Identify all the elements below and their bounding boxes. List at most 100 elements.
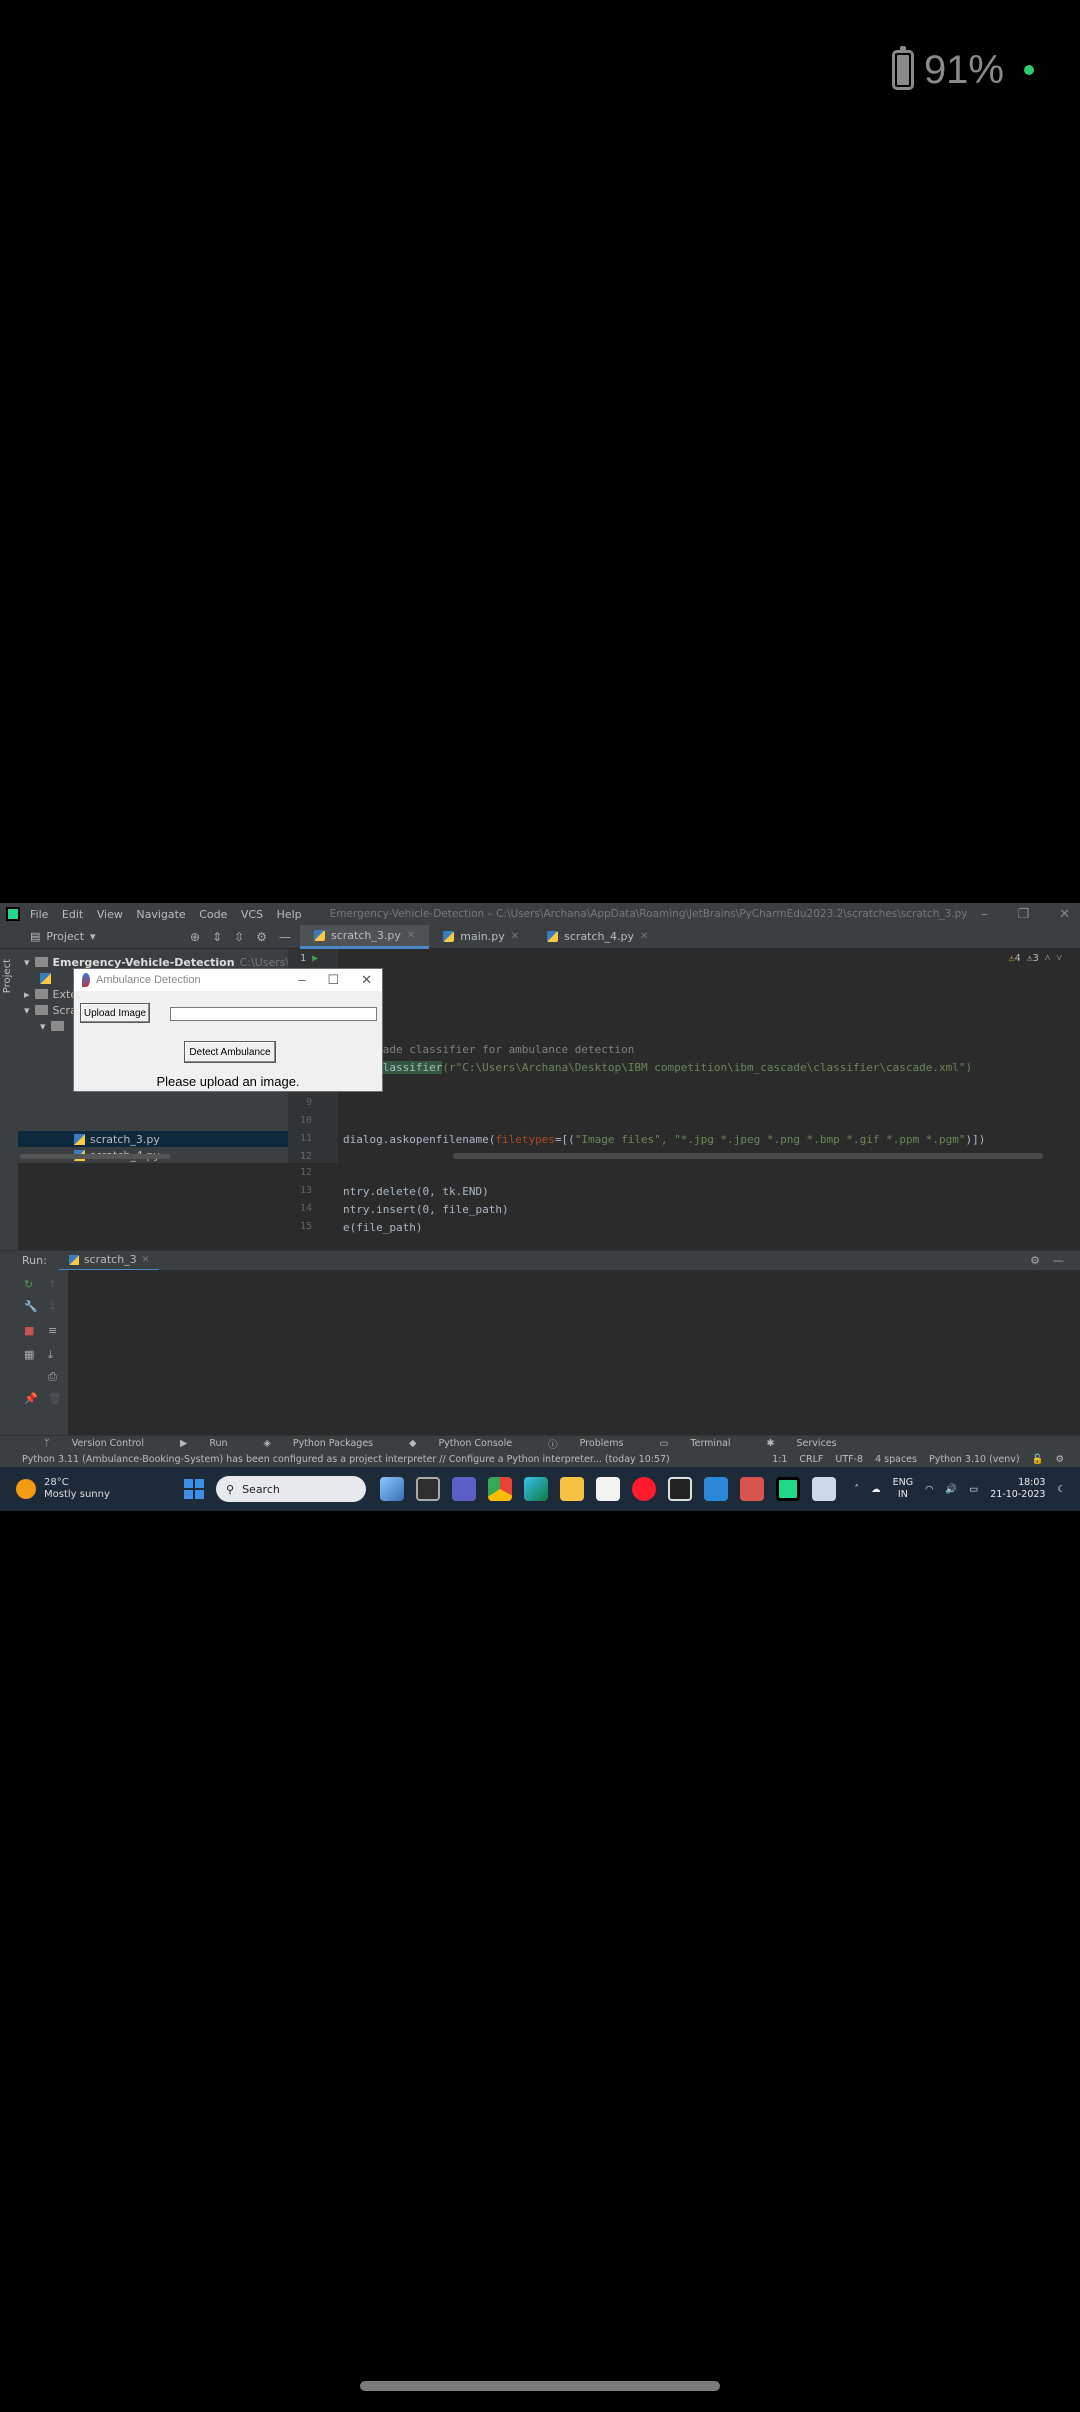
code-editor[interactable]: 1 ▶ ⚠4 ⚠3 ˄ ˅ ialog geTk r Cascade class… — [288, 949, 1080, 1163]
menu-file[interactable]: File — [30, 908, 48, 921]
tab-python-packages[interactable]: ◈ Python Packages — [246, 1438, 374, 1449]
gear-icon[interactable]: ⚙ — [1030, 1254, 1040, 1267]
teams-app-icon[interactable] — [452, 1477, 476, 1501]
run-console[interactable]: ↻ ↑ 🔧 ↓ ■ ≡ ▦ ⤓ ⎙ 📌 🗑 — [18, 1270, 1080, 1435]
tab-version-control[interactable]: ᛘ Version Control — [26, 1438, 144, 1449]
indent-setting[interactable]: 4 spaces — [875, 1454, 917, 1465]
caret-position[interactable]: 1:1 — [772, 1454, 787, 1465]
tab-run[interactable]: ▶ Run — [162, 1438, 228, 1449]
menu-help[interactable]: Help — [277, 908, 302, 921]
chrome-app-icon[interactable] — [488, 1477, 512, 1501]
line-separator[interactable]: CRLF — [799, 1454, 823, 1465]
detect-ambulance-button[interactable]: Detect Ambulance — [184, 1041, 276, 1063]
tree-external-libraries[interactable]: ▸ Exte — [24, 986, 77, 1002]
target-icon[interactable]: ⊕ — [190, 930, 200, 944]
battery-icon[interactable]: ▭ — [969, 1484, 978, 1495]
chevron-down-icon[interactable]: ˅ — [1056, 953, 1062, 964]
up-arrow-icon[interactable]: ↑ — [48, 1278, 57, 1291]
tree-subfolder[interactable]: ▾ — [40, 1018, 64, 1034]
tree-item-scratch-3[interactable]: scratch_3.py — [74, 1131, 160, 1147]
task-view-icon[interactable] — [416, 1477, 440, 1501]
tab-main[interactable]: main.py ✕ — [429, 925, 533, 949]
tab-python-console[interactable]: ◆ Python Console — [391, 1438, 512, 1449]
collapse-icon[interactable]: ⇳ — [234, 930, 244, 944]
inspection-widget[interactable]: ⚠4 ⚠3 ˄ ˅ — [1009, 953, 1062, 964]
weather-widget[interactable]: 28°C Mostly sunny — [16, 1477, 156, 1501]
dialog-titlebar[interactable]: Ambulance Detection – ☐ ✕ — [74, 969, 382, 991]
expand-icon[interactable]: ⇕ — [212, 930, 222, 944]
windows-start-icon[interactable] — [184, 1479, 204, 1499]
scroll-to-end-icon[interactable]: ⤓ — [48, 1348, 53, 1362]
gear-icon[interactable]: ⚙ — [256, 930, 267, 944]
tab-services[interactable]: ✱ Services — [749, 1438, 837, 1449]
close-icon[interactable]: ✕ — [407, 930, 415, 941]
close-icon[interactable]: ✕ — [1059, 907, 1070, 922]
hide-icon[interactable]: — — [279, 930, 291, 944]
tree-item-project-file[interactable] — [40, 970, 51, 986]
lock-icon[interactable]: 🔓 — [1032, 1454, 1044, 1465]
chevron-up-icon[interactable]: ˄ — [854, 1484, 859, 1495]
home-indicator[interactable] — [360, 2381, 720, 2391]
python-idle-icon[interactable] — [740, 1477, 764, 1501]
pin-icon[interactable]: 📌 — [24, 1392, 38, 1405]
close-icon[interactable]: ✕ — [640, 931, 648, 942]
stop-icon[interactable]: ■ — [24, 1324, 34, 1337]
edge-app-icon[interactable] — [524, 1477, 548, 1501]
tkinter-app-icon[interactable] — [812, 1477, 836, 1501]
file-path-input[interactable] — [170, 1007, 377, 1021]
upload-image-button[interactable]: Upload Image — [80, 1003, 150, 1023]
unity-app-icon[interactable] — [668, 1477, 692, 1501]
tab-terminal[interactable]: ▭ Terminal — [641, 1438, 730, 1449]
taskbar-search[interactable]: ⚲ Search — [216, 1476, 366, 1502]
menu-code[interactable]: Code — [199, 908, 227, 921]
close-icon[interactable]: ✕ — [142, 1255, 150, 1265]
notepad-app-icon[interactable] — [596, 1477, 620, 1501]
menu-view[interactable]: View — [97, 908, 123, 921]
status-message[interactable]: Python 3.11 (Ambulance-Booking-System) h… — [22, 1454, 670, 1465]
wifi-icon[interactable]: ◠ — [925, 1484, 933, 1495]
trash-icon[interactable]: 🗑 — [48, 1392, 62, 1405]
chevron-up-icon[interactable]: ˄ — [1045, 953, 1051, 964]
pycharm-app-icon[interactable] — [776, 1477, 800, 1501]
widgets-app-icon[interactable] — [380, 1477, 404, 1501]
close-icon[interactable]: ✕ — [361, 972, 372, 988]
taskbar-clock[interactable]: 18:03 21-10-2023 — [990, 1477, 1045, 1501]
wrench-icon[interactable]: 🔧 — [24, 1300, 38, 1313]
soft-wrap-icon[interactable]: ≡ — [48, 1324, 57, 1337]
tab-problems[interactable]: ⓘ Problems — [530, 1437, 623, 1451]
run-badge[interactable]: 1 ▶ — [300, 953, 318, 964]
menu-edit[interactable]: Edit — [62, 908, 83, 921]
editor-hscrollbar[interactable] — [453, 1153, 1043, 1159]
close-icon[interactable]: ✕ — [511, 931, 519, 942]
run-tab-scratch-3[interactable]: scratch_3 ✕ — [58, 1251, 160, 1271]
gear-icon[interactable]: ⚙ — [1055, 1454, 1064, 1465]
vscode-app-icon[interactable] — [704, 1477, 728, 1501]
opera-app-icon[interactable] — [632, 1477, 656, 1501]
restore-icon[interactable]: ❐ — [1017, 907, 1029, 922]
project-hscrollbar[interactable] — [20, 1154, 170, 1159]
project-stripe-button[interactable]: Project — [2, 959, 13, 993]
rerun-icon[interactable]: ↻ — [24, 1278, 33, 1291]
menu-vcs[interactable]: VCS — [241, 908, 263, 921]
language-indicator[interactable]: ENG IN — [893, 1477, 913, 1501]
tab-scratch-3[interactable]: scratch_3.py ✕ — [300, 924, 430, 949]
menu-navigate[interactable]: Navigate — [136, 908, 185, 921]
file-explorer-icon[interactable] — [560, 1477, 584, 1501]
minimize-icon[interactable]: – — [298, 972, 305, 988]
chevron-down-icon: ▾ — [24, 955, 30, 969]
file-encoding[interactable]: UTF-8 — [835, 1454, 863, 1465]
moon-icon[interactable]: ☾ — [1057, 1484, 1066, 1495]
tree-scratches[interactable]: ▾ Scra — [24, 1002, 77, 1018]
interpreter-selector[interactable]: Python 3.10 (venv) — [929, 1454, 1020, 1465]
maximize-icon[interactable]: ☐ — [327, 972, 339, 988]
layout-icon[interactable]: ▦ — [24, 1348, 34, 1361]
volume-icon[interactable]: 🔊 — [945, 1484, 957, 1495]
down-arrow-icon[interactable]: ↓ — [48, 1300, 57, 1313]
phone-status-bar: 91% — [891, 46, 1034, 92]
cloud-icon[interactable]: ☁ — [871, 1484, 881, 1495]
hide-icon[interactable]: — — [1053, 1254, 1064, 1267]
minimize-icon[interactable]: – — [981, 907, 988, 922]
project-view-selector[interactable]: ▤ Project ▾ — [30, 930, 180, 943]
tab-scratch-4[interactable]: scratch_4.py ✕ — [533, 925, 662, 949]
print-icon[interactable]: ⎙ — [48, 1370, 57, 1384]
